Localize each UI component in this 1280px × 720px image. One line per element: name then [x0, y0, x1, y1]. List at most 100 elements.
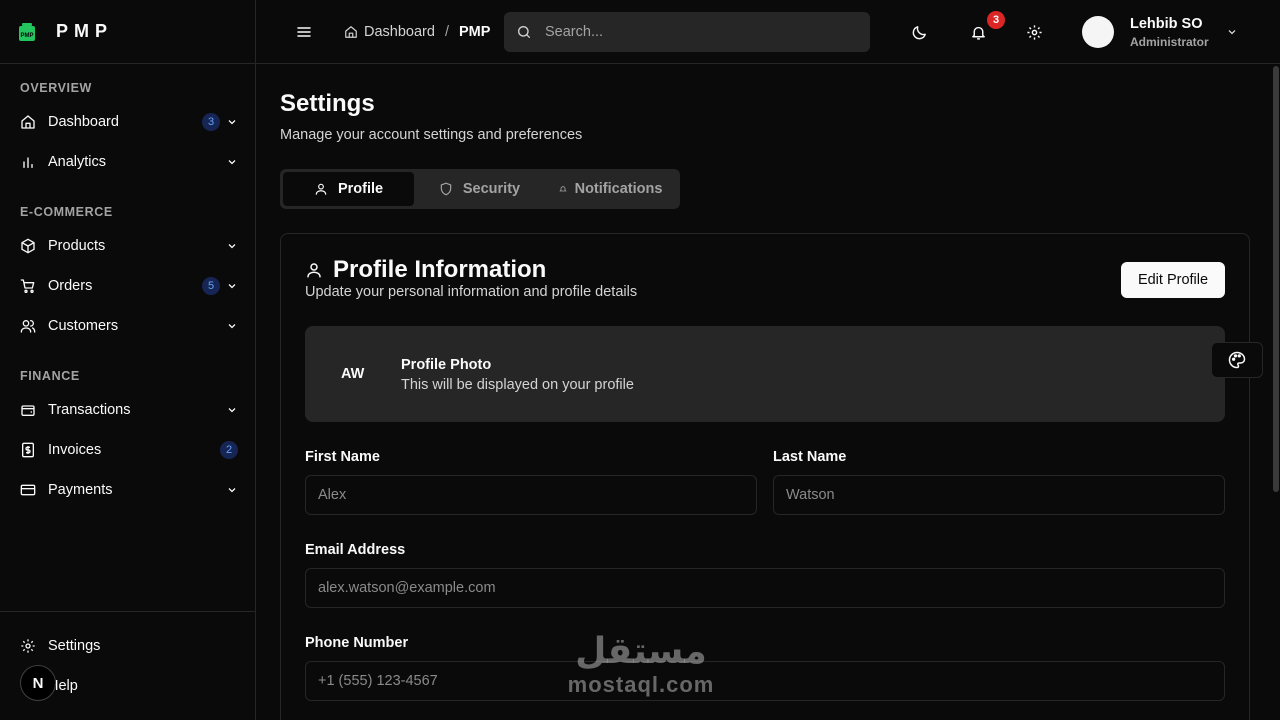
- home-icon: [21, 115, 35, 129]
- sidebar-item-label: Orders: [48, 278, 93, 294]
- sidebar-item-products[interactable]: Products: [12, 228, 244, 264]
- dev-tools-badge[interactable]: N: [20, 665, 56, 701]
- package-icon: [21, 238, 35, 254]
- watermark-latin: mostaql.com: [567, 672, 715, 697]
- cart-icon: [20, 279, 35, 293]
- search-box[interactable]: [504, 12, 870, 52]
- shield-icon: [440, 182, 452, 196]
- breadcrumb-separator: /: [444, 24, 449, 40]
- breadcrumb-current: PMP: [458, 24, 491, 40]
- chevron-down-icon: [228, 160, 236, 165]
- sidebar-item-label: Help: [48, 678, 78, 694]
- tab-security[interactable]: Security: [414, 172, 545, 206]
- wallet-icon: [21, 405, 35, 416]
- home-icon: [345, 26, 357, 38]
- sidebar-item-label: Analytics: [48, 154, 107, 170]
- chevron-down-icon: [228, 284, 236, 289]
- notification-count-badge: 3: [987, 11, 1005, 29]
- profile-photo-subtitle: This will be displayed on your profile: [401, 377, 634, 393]
- sidebar-item-transactions[interactable]: Transactions: [12, 392, 244, 428]
- chevron-down-icon: [228, 120, 236, 125]
- sidebar-item-label: Settings: [48, 638, 101, 654]
- sidebar-item-customers[interactable]: Customers: [12, 308, 244, 344]
- chevron-down-icon: [228, 324, 236, 329]
- breadcrumb: Dashboard / PMP: [344, 0, 490, 64]
- profile-photo-section: AW Profile Photo This will be displayed …: [305, 326, 1225, 422]
- bell-icon: [558, 186, 567, 192]
- brand[interactable]: PMP PMP: [0, 0, 255, 64]
- avatar[interactable]: [1082, 16, 1114, 48]
- sidebar-item-analytics[interactable]: Analytics: [12, 144, 244, 180]
- top-header: Dashboard / PMP 3 Lehbib SO Administrato…: [256, 0, 1280, 64]
- watermark: مستقل mostaql.com: [556, 632, 726, 710]
- gear-icon[interactable]: [1026, 24, 1043, 41]
- tab-label: Profile: [337, 181, 384, 197]
- email-field[interactable]: [305, 568, 1225, 608]
- brand-logo-icon: PMP: [19, 22, 35, 41]
- page-title: Settings: [280, 90, 375, 117]
- sidebar-item-label: Invoices: [48, 442, 102, 458]
- tab-label: Security: [462, 181, 521, 197]
- count-badge: 2: [220, 441, 238, 459]
- sidebar-item-orders[interactable]: Orders 5: [12, 268, 244, 304]
- watermark-arabic: مستقل: [575, 631, 707, 672]
- chevron-down-icon[interactable]: [1226, 26, 1238, 38]
- phone-label: Phone Number: [305, 635, 409, 651]
- sidebar-item-settings[interactable]: Settings: [12, 628, 244, 664]
- email-label: Email Address: [305, 542, 406, 558]
- tab-notifications[interactable]: Notifications: [545, 172, 676, 206]
- scrollbar-thumb[interactable]: [1273, 66, 1279, 492]
- first-name-field[interactable]: [305, 475, 757, 515]
- user-name[interactable]: Lehbib SO: [1130, 16, 1203, 32]
- first-name-label: First Name: [305, 449, 380, 465]
- gear-icon: [21, 639, 35, 653]
- sidebar-item-label: Products: [48, 238, 106, 254]
- brand-logo-text: PMP: [20, 33, 33, 39]
- tab-profile[interactable]: Profile: [283, 172, 414, 206]
- bar-chart-icon: [23, 157, 33, 168]
- card-subtitle: Update your personal information and pro…: [305, 284, 638, 300]
- credit-card-icon: [20, 484, 36, 496]
- settings-tabs: Profile Security Notifications: [280, 169, 680, 209]
- page-subtitle: Manage your account settings and prefere…: [280, 127, 583, 143]
- brand-name: PMP: [56, 21, 114, 41]
- user-icon: [315, 183, 327, 195]
- profile-information-card: Profile Information Update your personal…: [280, 233, 1250, 720]
- breadcrumb-link-dashboard[interactable]: Dashboard: [364, 24, 435, 40]
- last-name-field[interactable]: [773, 475, 1225, 515]
- search-icon: [518, 26, 530, 38]
- sidebar: PMP PMP OVERVIEW Dashboard 3 Analytics E…: [0, 0, 256, 720]
- nav-section-overview: OVERVIEW: [20, 81, 92, 95]
- tab-label: Notifications: [574, 181, 663, 197]
- theme-palette-button[interactable]: [1211, 342, 1263, 378]
- moon-icon[interactable]: [911, 24, 928, 41]
- chevron-down-icon: [228, 488, 236, 493]
- card-header: Profile Information: [305, 256, 546, 284]
- sidebar-item-invoices[interactable]: Invoices 2: [12, 432, 244, 468]
- receipt-icon: [22, 442, 34, 458]
- users-icon: [20, 320, 36, 333]
- sidebar-item-label: Payments: [48, 482, 113, 498]
- phone-field[interactable]: [305, 661, 1225, 701]
- avatar-initials[interactable]: AW: [341, 366, 364, 382]
- page-scrollbar[interactable]: [1272, 64, 1280, 720]
- chevron-down-icon: [228, 244, 236, 249]
- sidebar-item-payments[interactable]: Payments: [12, 472, 244, 508]
- sidebar-item-label: Transactions: [48, 402, 131, 418]
- user-role: Administrator: [1130, 35, 1209, 49]
- search-input[interactable]: [545, 24, 845, 40]
- chevron-down-icon: [228, 408, 236, 413]
- sidebar-item-label: Dashboard: [48, 114, 119, 130]
- count-badge: 3: [202, 113, 220, 131]
- nav-section-ecommerce: E-COMMERCE: [20, 205, 113, 219]
- menu-icon[interactable]: [296, 24, 312, 40]
- sidebar-item-dashboard[interactable]: Dashboard 3: [12, 104, 244, 140]
- sidebar-item-label: Customers: [48, 318, 119, 334]
- bell-icon[interactable]: [970, 24, 987, 41]
- palette-icon: [1228, 351, 1246, 369]
- nav-section-finance: FINANCE: [20, 369, 80, 383]
- edit-profile-button[interactable]: Edit Profile: [1121, 262, 1225, 298]
- profile-photo-title: Profile Photo: [401, 357, 492, 373]
- count-badge: 5: [202, 277, 220, 295]
- last-name-label: Last Name: [773, 449, 847, 465]
